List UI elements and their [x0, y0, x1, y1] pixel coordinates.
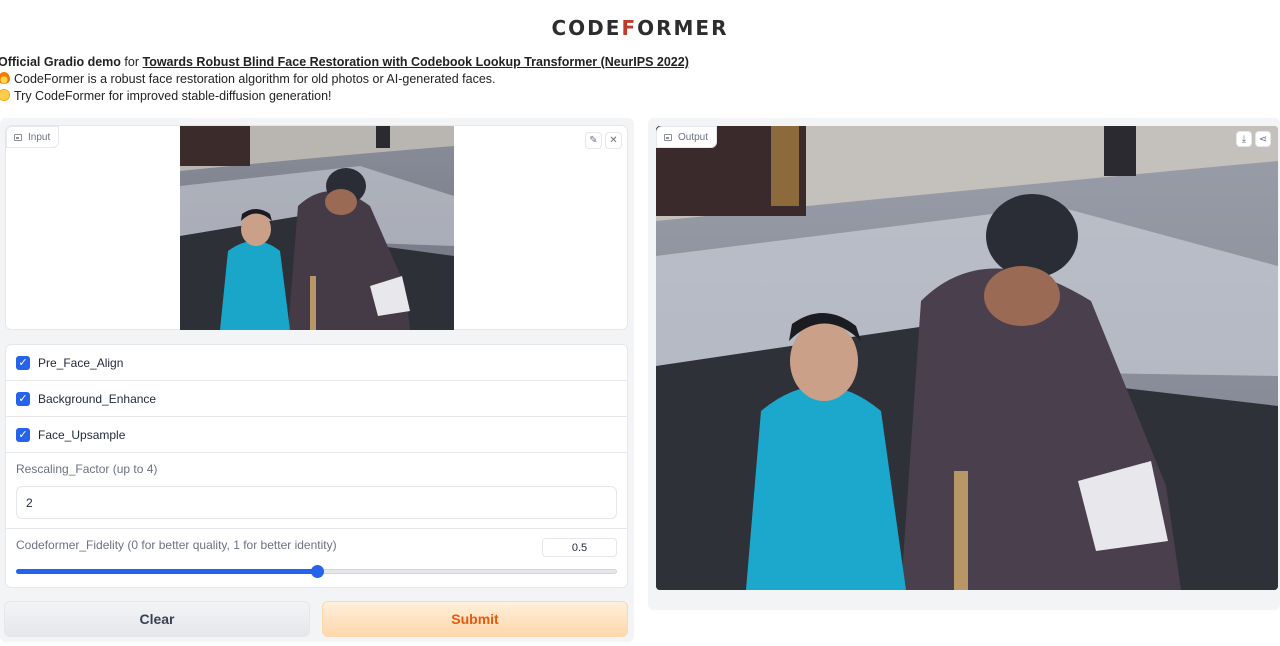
fidelity-label: Codeformer_Fidelity (0 for better qualit… — [16, 538, 337, 552]
description-line-2: CodeFormer is a robust face restoration … — [0, 71, 689, 88]
download-icon: ⤓ — [1241, 133, 1247, 145]
background-enhance-label: Background_Enhance — [38, 391, 157, 406]
pencil-icon: ✎ — [589, 135, 598, 146]
download-button[interactable]: ⤓ — [1236, 131, 1252, 147]
pre-face-align-checkbox[interactable]: ✓ — [16, 355, 30, 370]
output-image — [656, 126, 1278, 590]
pre-face-align-option[interactable]: ✓ Pre_Face_Align — [6, 345, 627, 381]
remove-image-button[interactable]: ✕ — [605, 132, 622, 149]
image-icon — [664, 133, 672, 141]
fidelity-number-input[interactable]: 0.5 — [542, 538, 617, 557]
rescaling-factor-label: Rescaling_Factor (up to 4) — [16, 462, 158, 476]
face-upsample-checkbox[interactable]: ✓ — [16, 427, 30, 442]
fire-icon — [0, 72, 10, 84]
slider-thumb[interactable] — [310, 565, 324, 578]
share-icon: ⋖ — [1258, 133, 1268, 145]
input-image-panel[interactable]: Input ✎ ✕ — [5, 125, 628, 330]
rescaling-factor-input[interactable]: 2 — [16, 486, 617, 519]
input-label: Input — [6, 126, 60, 148]
background-enhance-checkbox[interactable]: ✓ — [16, 391, 30, 406]
output-label: Output — [656, 126, 718, 148]
face-upsample-label: Face_Upsample — [38, 427, 126, 442]
background-enhance-option[interactable]: ✓ Background_Enhance — [6, 381, 627, 417]
image-icon — [14, 133, 22, 141]
clear-button[interactable]: Clear — [4, 601, 310, 637]
description: Official Gradio demo for Towards Robust … — [0, 54, 689, 105]
slider-fill — [16, 569, 317, 574]
divider — [6, 528, 627, 529]
options-panel: ✓ Pre_Face_Align ✓ Background_Enhance ✓ … — [5, 344, 628, 588]
edit-button[interactable]: ✎ — [585, 132, 602, 149]
close-icon: ✕ — [609, 135, 618, 146]
share-button[interactable]: ⋖ — [1255, 131, 1271, 147]
input-column: Input ✎ ✕ ✓ Pre_Face_Align ✓ Background_… — [0, 118, 634, 642]
fidelity-slider[interactable] — [16, 565, 617, 578]
submit-button[interactable]: Submit — [322, 601, 628, 637]
face-upsample-option[interactable]: ✓ Face_Upsample — [6, 417, 627, 453]
logo-mark — [600, 0, 680, 2]
app-title: CODEFORMER — [551, 16, 729, 40]
description-line-3: Try CodeFormer for improved stable-diffu… — [0, 88, 689, 105]
description-line-1: Official Gradio demo for Towards Robust … — [0, 55, 689, 69]
hugging-face-icon — [0, 89, 10, 101]
input-image — [180, 126, 454, 330]
paper-link[interactable]: Towards Robust Blind Face Restoration wi… — [142, 55, 688, 69]
pre-face-align-label: Pre_Face_Align — [38, 355, 124, 370]
